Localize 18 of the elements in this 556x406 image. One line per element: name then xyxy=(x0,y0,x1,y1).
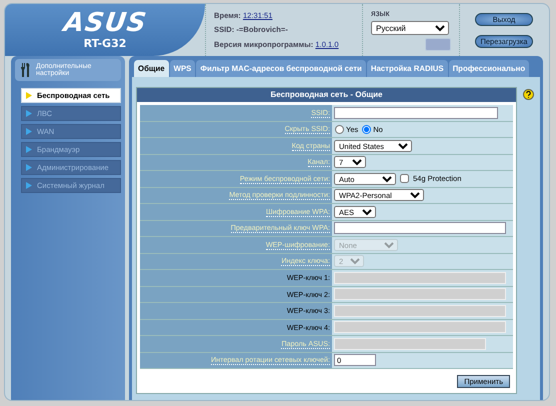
radio-button[interactable] xyxy=(362,124,372,134)
triangle-icon xyxy=(26,92,32,99)
tools-icon xyxy=(19,62,31,78)
model-name: RT-G32 xyxy=(84,37,126,50)
input-field[interactable] xyxy=(334,106,498,119)
brand-logo: ASUS xyxy=(62,10,148,36)
triangle-icon xyxy=(26,164,32,171)
radio-button[interactable] xyxy=(335,124,344,134)
input-field[interactable] xyxy=(334,222,506,234)
language-select[interactable]: Русский xyxy=(371,21,449,35)
triangle-icon xyxy=(26,110,32,117)
triangle-icon xyxy=(26,182,32,189)
checkbox[interactable] xyxy=(400,174,409,184)
triangle-icon xyxy=(26,146,32,153)
language-label: язык xyxy=(371,8,390,18)
triangle-icon xyxy=(26,128,32,135)
table-title: Беспроводная сеть - Общие xyxy=(137,88,516,102)
help-icon[interactable] xyxy=(523,89,534,100)
